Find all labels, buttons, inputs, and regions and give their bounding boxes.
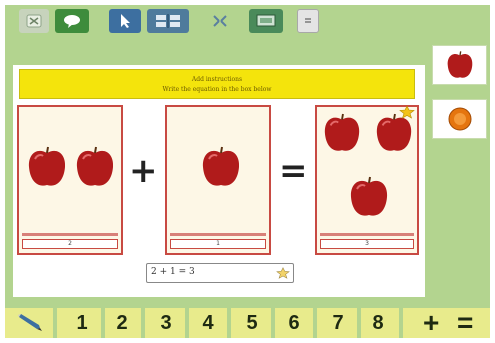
equation-workspace: Add instructions Write the equation in t… [13,65,425,297]
right-operand-card[interactable]: 1 [165,105,271,255]
apple-icon [28,146,66,186]
apple-icon [202,146,240,186]
star-badge-icon [399,105,415,119]
number-key-6[interactable]: 6 [279,310,309,336]
orange-tile-icon [448,107,471,131]
separator [399,308,403,338]
equals-key[interactable]: = [457,308,473,338]
pencil-icon [18,314,42,331]
close-icon [26,14,42,28]
separator [271,308,275,338]
card-divider [170,233,266,236]
result-count: 3 [320,239,414,249]
monitor-icon [256,14,276,27]
orange-tile[interactable] [432,99,487,139]
separator [185,308,189,338]
select-button[interactable] [109,9,141,33]
equation-answer-field[interactable]: 2 + 1 = 3 [146,263,294,283]
instruction-banner: Add instructions Write the equation in t… [19,69,415,99]
close-button[interactable] [19,9,49,33]
dropdown-icon [305,18,311,23]
number-key-2[interactable]: 2 [107,310,137,336]
star-icon[interactable] [276,266,290,280]
left-count: 2 [22,239,118,249]
number-key-7[interactable]: 7 [323,310,353,336]
layout-button[interactable] [147,9,189,33]
apple-icon [324,113,360,151]
apple-icon [350,176,388,216]
apple-icon [76,146,114,186]
comment-button[interactable] [55,9,89,33]
right-count: 1 [170,239,266,249]
number-bar: 1 2 3 4 5 6 7 8 + = [5,308,490,338]
apple-tile-icon [447,51,472,78]
plus-sign: + [129,151,158,191]
separator [313,308,317,338]
number-key-1[interactable]: 1 [67,310,97,336]
number-key-4[interactable]: 4 [193,310,223,336]
answer-text: 2 + 1 = 3 [151,267,195,277]
equals-sign: = [279,151,308,191]
separator [101,308,105,338]
card-divider [320,233,414,236]
number-key-3[interactable]: 3 [151,310,181,336]
number-key-8[interactable]: 8 [363,310,393,336]
options-dropdown[interactable] [297,9,319,33]
top-toolbar [5,5,325,37]
separator [141,308,145,338]
separator [227,308,231,338]
left-operand-card[interactable]: 2 [17,105,123,255]
number-key-5[interactable]: 5 [237,310,267,336]
separator [53,308,57,338]
pointer-icon [121,14,130,28]
compress-icon [213,15,227,27]
grid-icon [156,14,180,28]
display-button[interactable] [249,9,283,33]
plus-key[interactable]: + [423,308,439,338]
instruction-line-2: Write the equation in the box below [162,86,272,93]
card-divider [22,233,118,236]
app-window: Add instructions Write the equation in t… [5,5,490,338]
shrink-button[interactable] [205,9,235,33]
speech-bubble-icon [64,15,80,28]
apple-tile[interactable] [432,45,487,85]
separator [357,308,361,338]
instruction-line-1: Add instructions [191,76,243,83]
pen-tool-button[interactable] [13,313,45,333]
result-card[interactable]: 3 [315,105,419,255]
